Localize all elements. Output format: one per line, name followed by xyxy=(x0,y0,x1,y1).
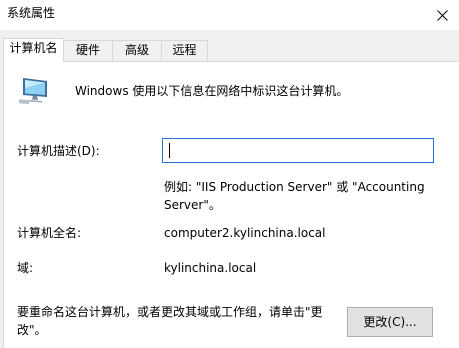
change-button[interactable]: 更改(C)... xyxy=(347,307,433,337)
intro-text: Windows 使用以下信息在网络中标识这台计算机。 xyxy=(75,84,349,98)
text-caret xyxy=(169,143,170,158)
example-text: 例如: "IIS Production Server" 或 "Accountin… xyxy=(164,180,425,212)
close-button[interactable] xyxy=(425,0,459,30)
full-computer-name-value: computer2.kylinchina.local xyxy=(164,226,326,240)
tab-hardware[interactable]: 硬件 xyxy=(63,40,113,61)
tab-advanced[interactable]: 高级 xyxy=(112,40,162,61)
computer-description-label: 计算机描述(D): xyxy=(17,144,100,158)
full-computer-name-label: 计算机全名: xyxy=(17,226,82,240)
rename-instructions: 要重命名这台计算机，或者更改其域或工作组，请单击"更改"。 xyxy=(17,305,323,337)
domain-label: 域: xyxy=(17,261,34,275)
tab-remote[interactable]: 远程 xyxy=(161,40,208,61)
window-title: 系统属性 xyxy=(7,6,56,20)
computer-description-input[interactable] xyxy=(162,138,434,163)
title-bar: 系统属性 xyxy=(0,0,459,30)
domain-value: kylinchina.local xyxy=(164,261,257,275)
computer-name-panel: Windows 使用以下信息在网络中标识这台计算机。 计算机描述(D): 例如:… xyxy=(3,61,459,348)
computer-icon xyxy=(17,76,51,106)
close-icon xyxy=(436,9,448,21)
tab-computer-name[interactable]: 计算机名 xyxy=(3,38,64,62)
